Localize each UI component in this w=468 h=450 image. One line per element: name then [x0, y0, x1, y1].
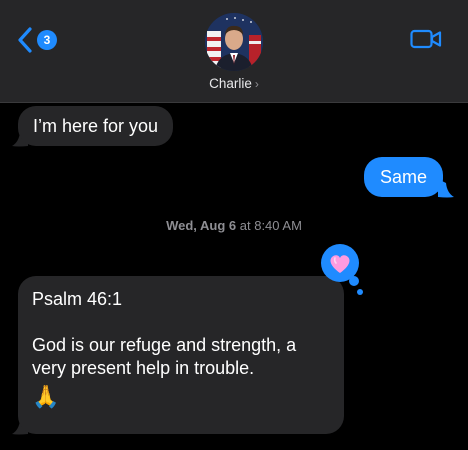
- message-line: Psalm 46:1: [32, 289, 123, 309]
- message-line: God is our refuge and strength, a: [32, 335, 297, 355]
- message-line: very present help in trouble.: [32, 358, 255, 378]
- contact-avatar[interactable]: [205, 13, 263, 71]
- video-camera-icon[interactable]: [410, 28, 442, 50]
- back-button[interactable]: 3: [16, 26, 57, 54]
- message-text: Same: [380, 167, 428, 187]
- message-bubble-outgoing[interactable]: Same: [364, 157, 444, 197]
- timestamp-at: at: [239, 218, 251, 233]
- timestamp-time: 8:40 AM: [254, 218, 302, 233]
- back-chevron-icon: [18, 27, 32, 53]
- message-bubble-incoming[interactable]: I’m here for you: [18, 106, 174, 146]
- message-timestamp: Wed, Aug 6 at 8:40 AM: [0, 218, 468, 233]
- folded-hands-emoji: 🙏: [32, 384, 60, 409]
- message-bubble-incoming[interactable]: Psalm 46:1 God is our refuge and strengt…: [18, 276, 344, 434]
- contact-name-button[interactable]: Charlie ›: [0, 76, 468, 91]
- avatar-photo: [205, 13, 263, 71]
- unread-count-badge: 3: [37, 30, 57, 50]
- contact-chevron-icon: ›: [254, 77, 259, 91]
- timestamp-day: Wed, Aug 6: [166, 218, 237, 233]
- conversation-header: 3 Charlie ›: [0, 0, 468, 103]
- contact-name-label: Charlie: [209, 76, 252, 91]
- message-text: I’m here for you: [33, 116, 159, 136]
- tapback-reaction[interactable]: [320, 243, 364, 297]
